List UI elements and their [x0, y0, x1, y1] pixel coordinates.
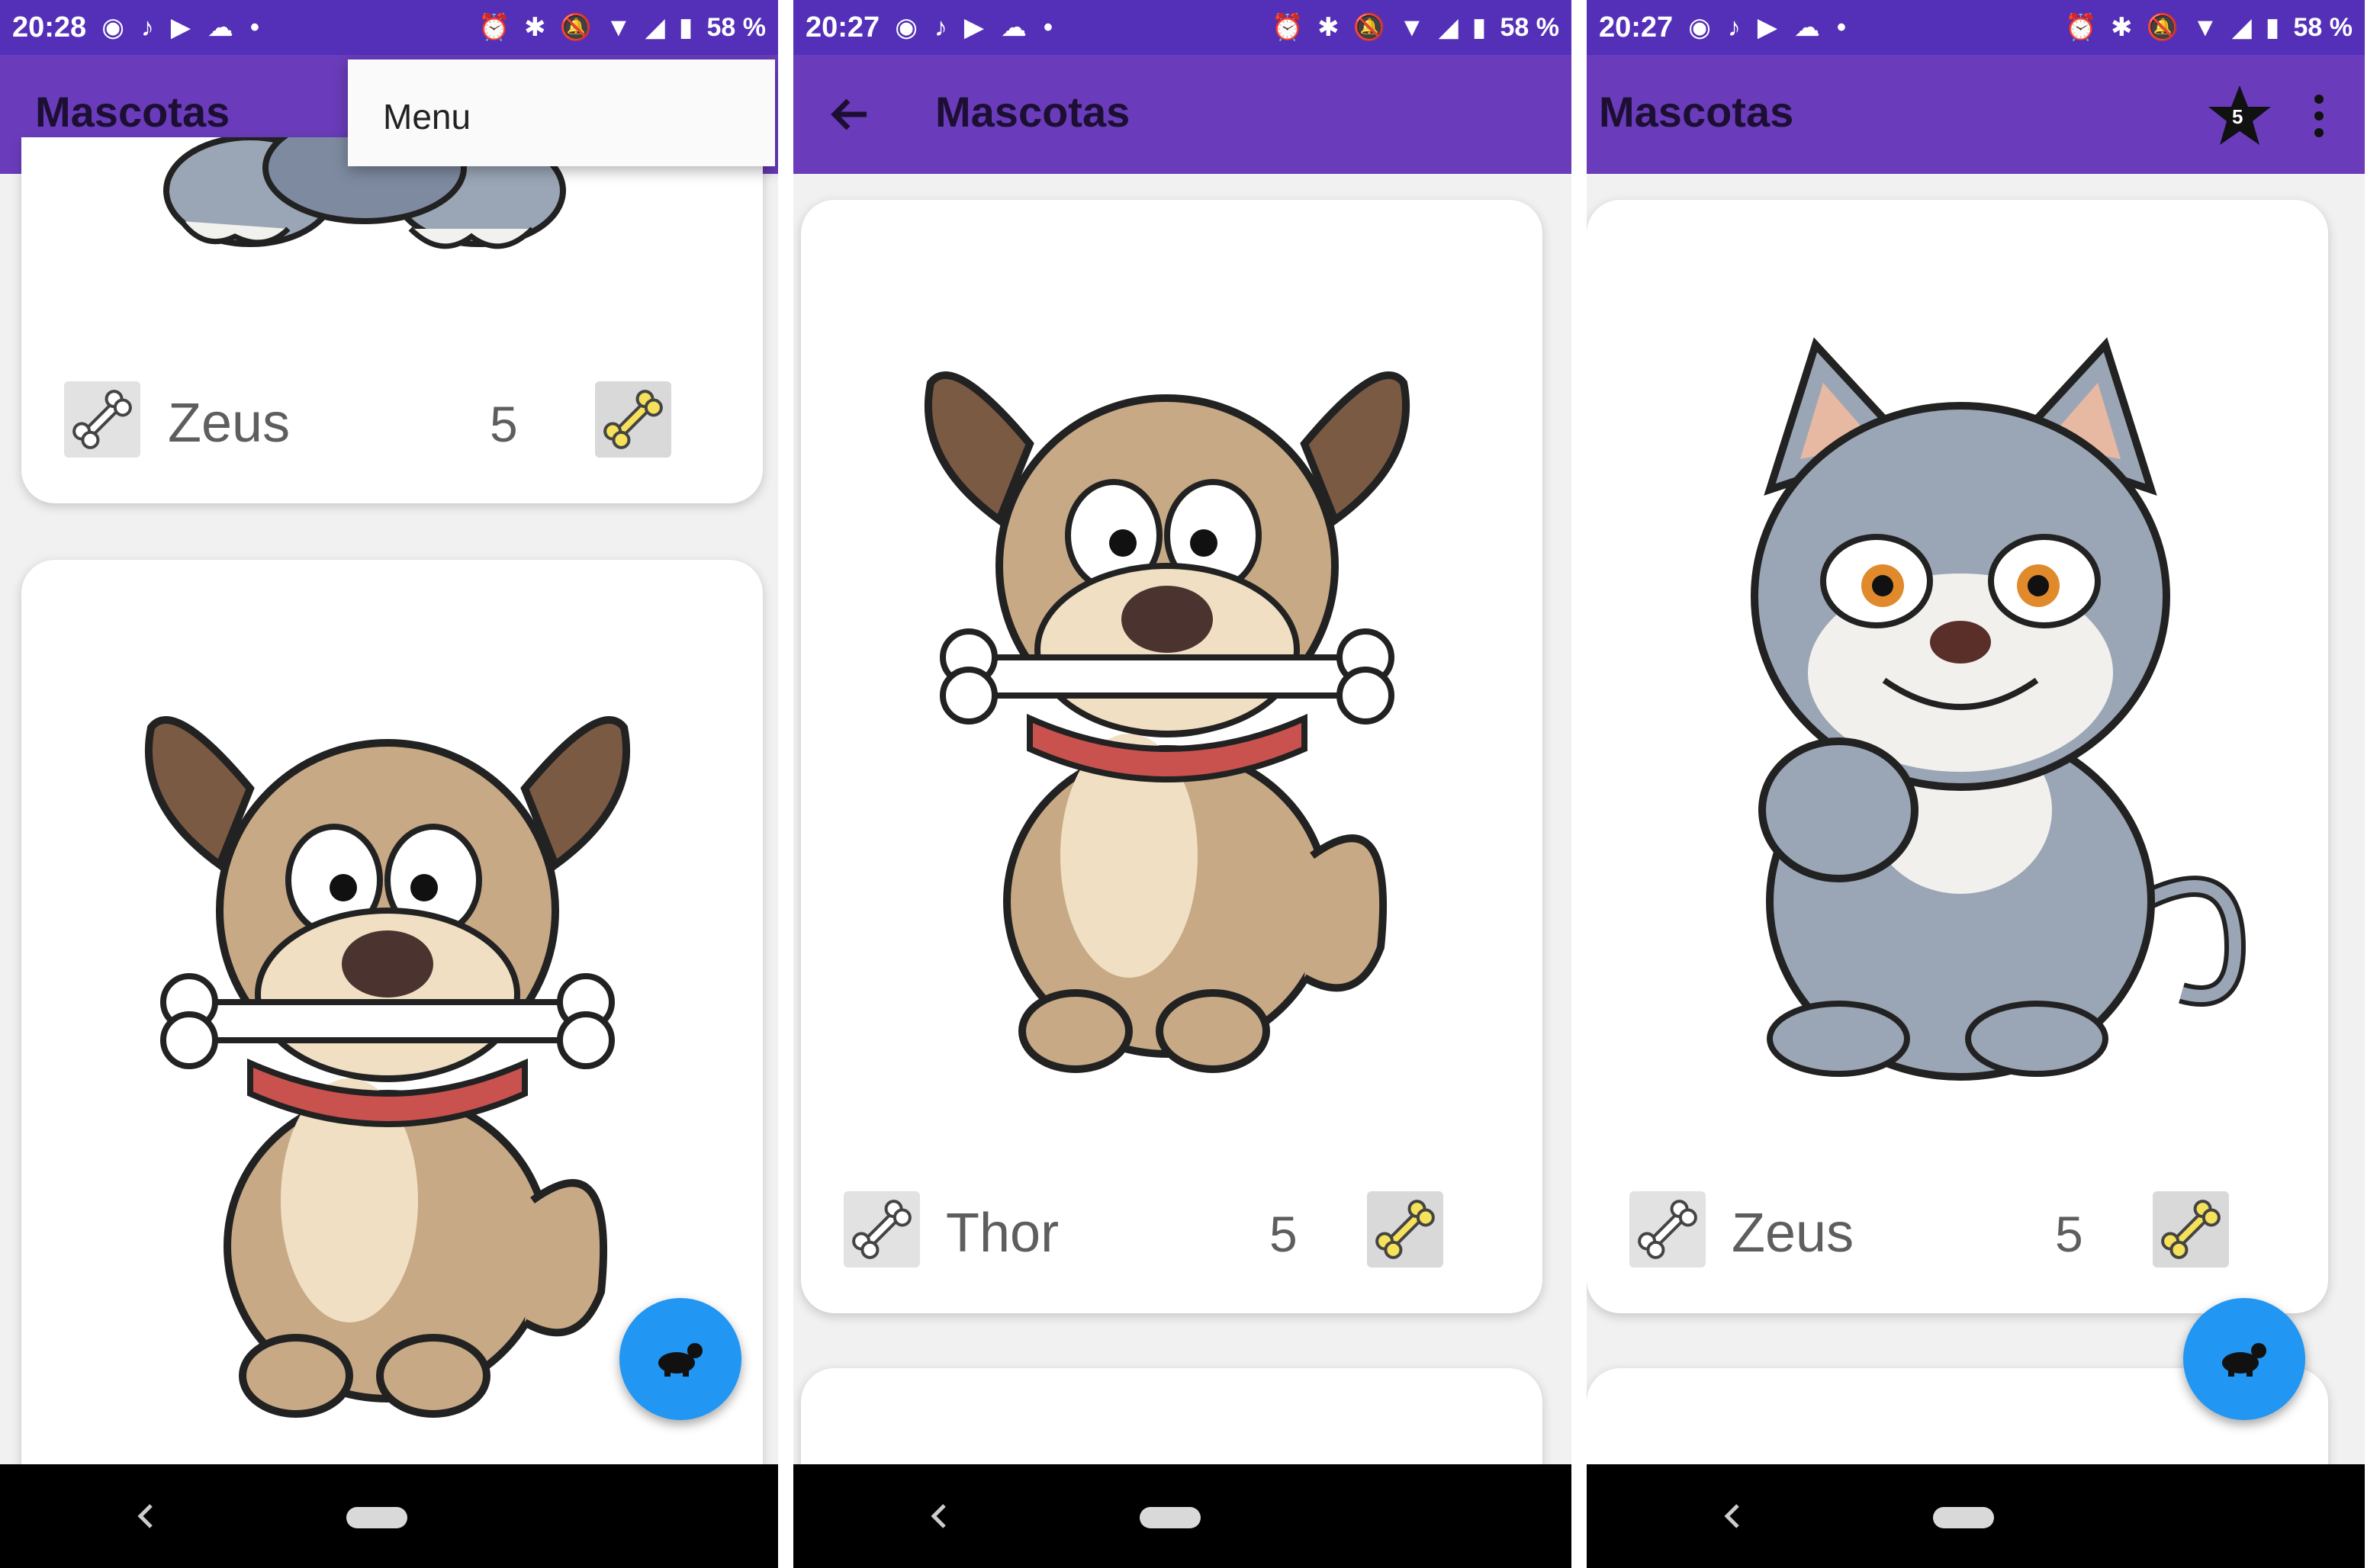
phone-screen-1: 20:28 ◉ ♪ ▶ ☁ • ⏰ ✱ 🔕 ▼ ◢ ▮ 58 % Mascota…: [0, 0, 778, 1568]
app-title: Mascotas: [35, 88, 230, 136]
alarm-icon: ⏰: [2064, 13, 2098, 42]
app-toolbar: Mascotas 5: [1587, 55, 2365, 174]
app-toolbar: Mascotas: [793, 55, 1571, 174]
pet-name: Zeus: [168, 393, 291, 454]
pet-icon: [2222, 1343, 2266, 1377]
notification-icon: ◉: [101, 13, 124, 42]
signal-icon: ◢: [1438, 13, 1459, 42]
cloud-icon: ☁: [207, 13, 234, 42]
battery-level: 58 %: [2293, 12, 2353, 42]
mute-icon: 🔕: [559, 13, 592, 42]
pet-card[interactable]: Thor 5: [801, 200, 1542, 1313]
floating-action-button[interactable]: [2183, 1298, 2305, 1420]
app-title: Mascotas: [1599, 88, 1794, 136]
nav-home-pill[interactable]: [1933, 1507, 1994, 1528]
youtube-icon: ▶: [170, 13, 191, 42]
dot-icon: •: [1044, 12, 1053, 42]
pet-icon: [658, 1343, 703, 1377]
star-badge-count: 5: [2232, 105, 2243, 128]
battery-icon: ▮: [2265, 13, 2280, 42]
like-count: 5: [2055, 1206, 2083, 1262]
menu-item[interactable]: Menu: [383, 97, 471, 137]
status-bar: 20:27 ◉ ♪ ▶ ☁ • ⏰ ✱ 🔕 ▼ ◢ ▮ 58 %: [793, 0, 1571, 55]
cat-image: [1751, 337, 2247, 1081]
tiktok-icon: ♪: [140, 12, 154, 42]
notification-icon: ◉: [895, 13, 918, 42]
signal-icon: ◢: [2231, 13, 2252, 42]
wifi-icon: ▼: [2192, 12, 2218, 42]
options-menu: Menu: [348, 59, 775, 166]
like-count: 5: [1269, 1206, 1298, 1262]
signal-icon: ◢: [645, 13, 665, 42]
tiktok-icon: ♪: [1727, 12, 1741, 42]
battery-icon: ▮: [1471, 13, 1487, 42]
nav-back-icon[interactable]: [1718, 1501, 1748, 1531]
bone-yellow-icon[interactable]: [1367, 1191, 1443, 1268]
tiktok-icon: ♪: [934, 12, 947, 42]
bone-yellow-icon[interactable]: [595, 381, 671, 458]
wifi-icon: ▼: [605, 12, 632, 42]
nav-bar: [793, 1464, 1571, 1568]
wifi-icon: ▼: [1398, 12, 1425, 42]
status-bar: 20:28 ◉ ♪ ▶ ☁ • ⏰ ✱ 🔕 ▼ ◢ ▮ 58 %: [0, 0, 778, 55]
bluetooth-icon: ✱: [524, 13, 546, 42]
status-time: 20:27: [1599, 11, 1674, 43]
favorites-button[interactable]: 5: [2206, 82, 2273, 149]
bone-outline-icon[interactable]: [64, 381, 140, 458]
app-title: Mascotas: [935, 88, 1130, 136]
dot-icon: •: [250, 12, 259, 42]
mute-icon: 🔕: [2146, 13, 2179, 42]
pet-name: Zeus: [1732, 1203, 1854, 1264]
nav-bar: [0, 1464, 778, 1568]
bluetooth-icon: ✱: [1317, 13, 1340, 42]
pet-name: Thor: [946, 1203, 1060, 1264]
notification-icon: ◉: [1688, 13, 1711, 42]
dog-image: [925, 371, 1410, 1073]
phone-screen-2: 20:27 ◉ ♪ ▶ ☁ • ⏰ ✱ 🔕 ▼ ◢ ▮ 58 % Mascota…: [793, 0, 1571, 1568]
cloud-icon: ☁: [1001, 13, 1028, 42]
battery-icon: ▮: [678, 13, 693, 42]
nav-back-icon[interactable]: [131, 1501, 162, 1531]
pet-card[interactable]: Zeus 5: [1587, 200, 2328, 1313]
pet-card[interactable]: Zeus 5: [21, 137, 763, 503]
battery-level: 58 %: [706, 12, 767, 42]
alarm-icon: ⏰: [478, 13, 511, 42]
nav-home-pill[interactable]: [1140, 1507, 1201, 1528]
dot-icon: •: [1837, 12, 1846, 42]
youtube-icon: ▶: [1757, 13, 1778, 42]
mute-icon: 🔕: [1352, 13, 1385, 42]
battery-level: 58 %: [1500, 12, 1560, 42]
alarm-icon: ⏰: [1271, 13, 1304, 42]
bone-outline-icon[interactable]: [844, 1191, 920, 1268]
back-arrow-icon[interactable]: [821, 84, 882, 145]
cloud-icon: ☁: [1794, 13, 1821, 42]
phone-screen-3: 20:27 ◉ ♪ ▶ ☁ • ⏰ ✱ 🔕 ▼ ◢ ▮ 58 % Mascota…: [1587, 0, 2365, 1568]
like-count: 5: [490, 396, 518, 452]
nav-bar: [1587, 1464, 2365, 1568]
status-bar: 20:27 ◉ ♪ ▶ ☁ • ⏰ ✱ 🔕 ▼ ◢ ▮ 58 %: [1587, 0, 2365, 55]
dog-image: [145, 716, 630, 1418]
status-time: 20:28: [12, 11, 87, 43]
more-options-icon[interactable]: [2304, 85, 2334, 146]
nav-back-icon[interactable]: [925, 1501, 955, 1531]
bone-outline-icon[interactable]: [1629, 1191, 1706, 1268]
floating-action-button[interactable]: [619, 1298, 741, 1420]
bone-yellow-icon[interactable]: [2153, 1191, 2229, 1268]
youtube-icon: ▶: [963, 13, 985, 42]
nav-home-pill[interactable]: [346, 1507, 407, 1528]
status-time: 20:27: [806, 11, 880, 43]
bluetooth-icon: ✱: [2111, 13, 2133, 42]
